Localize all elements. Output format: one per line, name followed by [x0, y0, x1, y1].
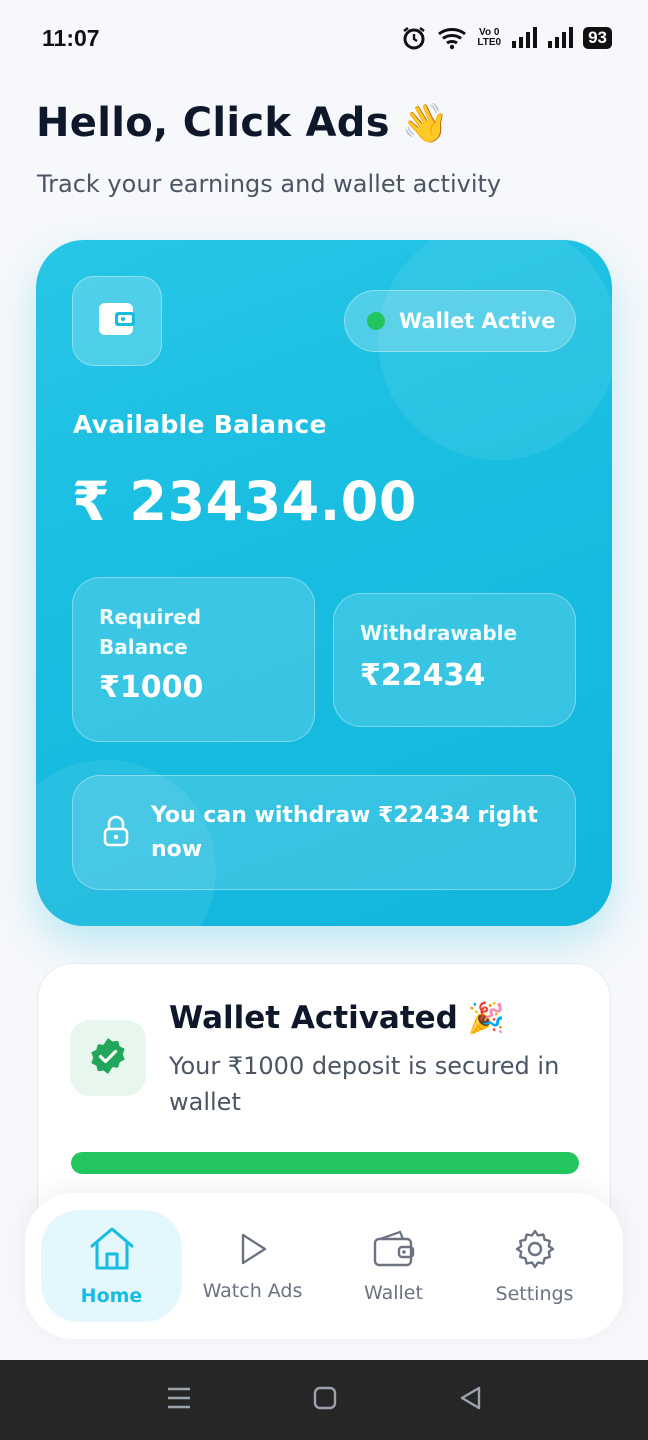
nav-item-settings[interactable]: Settings	[464, 1210, 605, 1322]
wallet-badge	[72, 276, 162, 366]
withdrawable-value: ₹22434	[360, 658, 486, 693]
nav-label-watch-ads: Watch Ads	[202, 1279, 303, 1302]
withdraw-notice-text: You can withdraw ₹22434 right now	[151, 802, 538, 862]
greeting-text: Hello, Click Ads	[36, 100, 390, 146]
activated-description: Your ₹1000 deposit is secured in wallet	[169, 1052, 560, 1116]
volte-bottom: LTE0	[477, 37, 502, 48]
status-time: 11:07	[42, 24, 100, 51]
gear-icon	[514, 1228, 556, 1275]
battery-indicator: 93	[583, 27, 612, 49]
home-icon	[88, 1226, 136, 1277]
wifi-icon	[437, 26, 467, 50]
required-balance-value: ₹1000	[99, 670, 204, 705]
nav-item-home[interactable]: Home	[41, 1210, 182, 1322]
verified-badge	[70, 1020, 146, 1096]
nav-item-watch-ads[interactable]: Watch Ads	[182, 1210, 323, 1322]
required-balance-label: Required Balance	[99, 605, 202, 659]
verified-check-icon	[88, 1036, 128, 1080]
waving-hand-emoji: 👋	[401, 100, 450, 145]
home-square-icon[interactable]	[312, 1385, 338, 1415]
activated-title-text: Wallet Activated	[169, 1000, 458, 1036]
status-icons: Vo 0 LTE0 93	[401, 25, 612, 51]
activation-progress-bar	[71, 1152, 579, 1174]
activation-progress-fill	[71, 1152, 579, 1174]
nav-label-settings: Settings	[495, 1282, 574, 1305]
back-icon[interactable]	[458, 1385, 482, 1415]
status-dot	[367, 312, 385, 330]
nav-label-home: Home	[80, 1284, 143, 1307]
signal-icon	[511, 27, 538, 49]
status-label: Wallet Active	[399, 309, 556, 333]
menu-icon[interactable]	[166, 1386, 192, 1414]
volte-indicator: Vo 0 LTE0	[477, 28, 501, 48]
alarm-icon	[401, 25, 427, 51]
status-bar: 11:07 Vo 0 LTE0 93	[0, 0, 648, 76]
activated-title: Wallet Activated 🎉	[169, 1000, 505, 1036]
wallet-activated-card: Wallet Activated 🎉 Your ₹1000 deposit is…	[37, 963, 611, 1223]
available-balance-value: ₹ 23434.00	[72, 470, 417, 533]
withdrawable-box: Withdrawable ₹22434	[333, 593, 576, 727]
nav-label-wallet: Wallet	[364, 1281, 423, 1304]
bottom-navigation: Home Watch Ads Wallet Settings	[25, 1193, 623, 1339]
wallet-icon	[97, 301, 137, 341]
wallet-icon	[372, 1229, 416, 1274]
page-subtitle: Track your earnings and wallet activity	[37, 170, 502, 198]
balance-card: Wallet Active Available Balance ₹ 23434.…	[36, 240, 612, 926]
signal-icon-2	[547, 27, 574, 49]
available-balance-label: Available Balance	[73, 410, 327, 439]
lock-icon	[103, 815, 129, 851]
page-title: Hello, Click Ads 👋	[36, 100, 449, 146]
wallet-status-badge: Wallet Active	[344, 290, 576, 352]
withdraw-notice: You can withdraw ₹22434 right now	[72, 775, 576, 890]
party-popper-emoji: 🎉	[467, 1000, 506, 1036]
nav-item-wallet[interactable]: Wallet	[323, 1210, 464, 1322]
play-icon	[235, 1231, 271, 1272]
withdrawable-label: Withdrawable	[360, 621, 518, 645]
system-navigation-bar	[0, 1360, 648, 1440]
required-balance-box: Required Balance ₹1000	[72, 577, 315, 742]
